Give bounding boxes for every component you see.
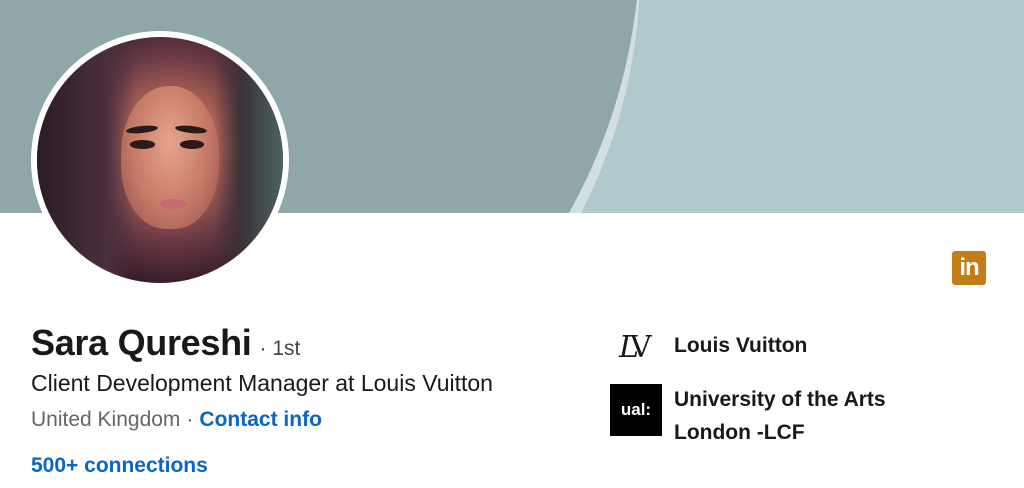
svg-text:V: V	[629, 330, 653, 362]
separator-dot: ·	[186, 408, 194, 431]
education-school[interactable]: ual: University of the Arts London -LCF	[610, 384, 934, 449]
profile-headline: Client Development Manager at Louis Vuit…	[31, 370, 493, 396]
banner-shape-right	[704, 0, 1024, 213]
location-row: United Kingdom · Contact info	[31, 408, 322, 432]
profile-photo	[37, 37, 283, 283]
school-name: University of the Arts London -LCF	[674, 388, 886, 444]
profile-location: United Kingdom	[31, 408, 181, 431]
profile-avatar[interactable]	[31, 31, 289, 289]
connections-link[interactable]: 500+ connections	[31, 454, 208, 478]
name-row: Sara Qureshi · 1st	[31, 322, 300, 364]
connection-degree: · 1st	[259, 337, 301, 360]
ual-logo: ual:	[610, 384, 662, 436]
contact-info-link[interactable]: Contact info	[199, 408, 321, 431]
company-name: Louis Vuitton	[674, 334, 808, 357]
profile-name: Sara Qureshi	[31, 322, 252, 363]
current-company[interactable]: L V Louis Vuitton	[610, 326, 807, 366]
linkedin-icon: in	[952, 251, 986, 285]
louis-vuitton-logo: L V	[610, 326, 660, 366]
